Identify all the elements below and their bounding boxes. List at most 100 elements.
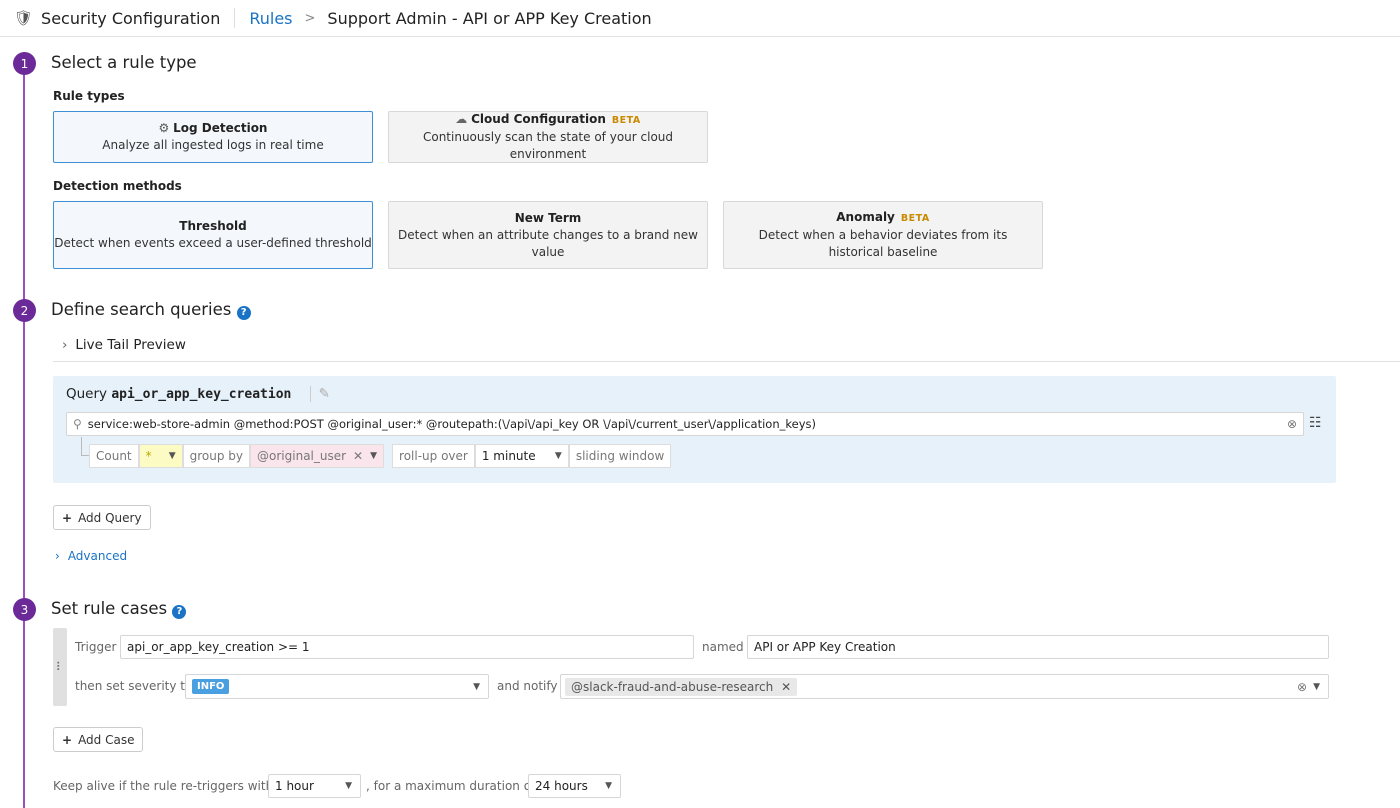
card-title: Cloud Configuration: [471, 112, 606, 126]
step-2-title-text: Define search queries: [51, 300, 231, 319]
notify-label: and notify: [497, 679, 558, 693]
sliding-window-label: sliding window: [569, 444, 671, 468]
query-title: Query api_or_app_key_creation ✎: [66, 386, 330, 402]
rollup-select[interactable]: 1 minute ▼: [475, 444, 569, 468]
log-detection-icon: ⚙: [159, 121, 170, 135]
caret-down-icon: ▼: [473, 682, 480, 692]
method-new-term[interactable]: New Term Detect when an attribute change…: [388, 201, 708, 269]
keep-alive-value: 1 hour: [275, 779, 314, 793]
step-3-title-text: Set rule cases: [51, 599, 167, 618]
count-value: *: [146, 449, 152, 463]
rule-type-cloud-configuration[interactable]: ☁ Cloud Configuration BETA Continuously s…: [388, 111, 708, 163]
group-by-select[interactable]: @original_user ✕ ▼: [250, 444, 384, 468]
shield-icon: 🛡︎: [14, 9, 33, 27]
breadcrumb-rules[interactable]: Rules: [249, 9, 292, 28]
search-query-input[interactable]: ⚲ service:web-store-admin @method:POST @…: [66, 412, 1304, 436]
add-case-label: Add Case: [78, 733, 134, 747]
notify-tag: @slack-fraud-and-abuse-research ✕: [565, 678, 797, 696]
caret-down-icon: ▼: [169, 451, 176, 461]
severity-select[interactable]: INFO ▼: [185, 674, 489, 699]
trigger-label: Trigger: [75, 640, 116, 654]
clear-icon[interactable]: ⊗: [1297, 680, 1307, 694]
card-desc: Detect when events exceed a user-defined…: [54, 235, 372, 252]
query-name[interactable]: api_or_app_key_creation: [111, 387, 291, 402]
help-icon[interactable]: ?: [172, 605, 186, 619]
notify-select[interactable]: @slack-fraud-and-abuse-research ✕ ⊗ ▼: [560, 674, 1329, 699]
add-case-button[interactable]: + Add Case: [53, 727, 143, 752]
search-icon: ⚲: [73, 417, 82, 431]
advanced-label: Advanced: [68, 549, 127, 563]
max-duration-select[interactable]: 24 hours ▼: [528, 774, 621, 798]
card-title: New Term: [515, 210, 582, 227]
rollup-label: roll-up over: [392, 444, 475, 468]
severity-badge: INFO: [192, 679, 229, 694]
notify-value: @slack-fraud-and-abuse-research: [571, 680, 773, 694]
rollup-value: 1 minute: [482, 449, 536, 463]
card-title: Log Detection: [173, 121, 267, 135]
live-tail-toggle[interactable]: › Live Tail Preview: [62, 337, 186, 353]
drag-icon: ⠇: [56, 660, 65, 674]
remove-icon[interactable]: ✕: [781, 680, 791, 694]
card-title: Anomaly: [836, 210, 895, 224]
caret-down-icon: ▼: [605, 781, 612, 791]
count-label: Count: [89, 444, 139, 468]
steps-line: [23, 52, 25, 808]
severity-label: then set severity to: [75, 679, 192, 693]
step-1-title: Select a rule type: [51, 53, 197, 72]
group-by-label: group by: [183, 444, 250, 468]
count-field-select[interactable]: *▼: [139, 444, 183, 468]
plus-icon: +: [62, 511, 72, 525]
remove-icon[interactable]: ✕: [353, 449, 363, 463]
step-1-badge: 1: [13, 52, 36, 75]
clear-icon[interactable]: ⊗: [1287, 417, 1297, 431]
page-title: Support Admin - API or APP Key Creation: [327, 9, 651, 28]
rule-type-log-detection[interactable]: ⚙ Log Detection Analyze all ingested log…: [53, 111, 373, 163]
beta-badge: BETA: [612, 115, 641, 126]
max-duration-label: , for a maximum duration of: [366, 779, 535, 793]
caret-down-icon: ▼: [1313, 682, 1320, 692]
breadcrumb-separator: >: [305, 11, 316, 26]
advanced-toggle[interactable]: ›Advanced: [55, 549, 127, 563]
step-3-badge: 3: [13, 598, 36, 621]
chevron-right-icon: ›: [62, 337, 67, 353]
method-threshold[interactable]: Threshold Detect when events exceed a us…: [53, 201, 373, 269]
aggregation-row: Count *▼ group by @original_user✕▼ roll-…: [89, 444, 671, 468]
cloud-icon: ☁: [455, 112, 467, 126]
card-desc: Detect when a behavior deviates from its…: [744, 227, 1022, 261]
card-desc: Continuously scan the state of your clou…: [389, 129, 707, 163]
caret-down-icon: ▼: [555, 451, 562, 461]
caret-down-icon: ▼: [345, 781, 352, 791]
trigger-input[interactable]: api_or_app_key_creation >= 1: [120, 635, 694, 659]
card-desc: Analyze all ingested logs in real time: [102, 137, 323, 154]
add-query-label: Add Query: [78, 511, 142, 525]
named-label: named: [702, 640, 744, 654]
query-label: Query: [66, 386, 107, 402]
divider: [53, 361, 1400, 362]
live-tail-label: Live Tail Preview: [75, 337, 186, 353]
card-title: Threshold: [179, 218, 246, 235]
card-desc: Detect when an attribute changes to a br…: [389, 227, 707, 261]
plus-icon: +: [62, 733, 72, 747]
step-2-badge: 2: [13, 299, 36, 322]
case-name-input[interactable]: API or APP Key Creation: [747, 635, 1329, 659]
detection-methods-label: Detection methods: [53, 179, 182, 193]
tree-connector: [81, 437, 89, 456]
step-3-title: Set rule cases ?: [51, 599, 186, 619]
rule-types-label: Rule types: [53, 89, 125, 103]
drag-handle[interactable]: ⠇: [53, 628, 67, 706]
pencil-icon[interactable]: ✎: [310, 386, 330, 402]
add-query-button[interactable]: + Add Query: [53, 505, 151, 530]
method-anomaly[interactable]: Anomaly BETA Detect when a behavior devia…: [723, 201, 1043, 269]
header: 🛡︎ Security Configuration Rules > Suppor…: [0, 0, 1400, 37]
keep-alive-select[interactable]: 1 hour ▼: [268, 774, 361, 798]
beta-badge: BETA: [901, 213, 930, 224]
caret-down-icon: ▼: [370, 451, 377, 461]
settings-sliders-icon[interactable]: ☷: [1309, 415, 1322, 431]
group-by-value: @original_user: [257, 449, 346, 463]
step-2-title: Define search queries ?: [51, 300, 251, 320]
max-duration-value: 24 hours: [535, 779, 588, 793]
app-title: Security Configuration: [41, 9, 220, 28]
keep-alive-label: Keep alive if the rule re-triggers withi…: [53, 779, 284, 793]
help-icon[interactable]: ?: [237, 306, 251, 320]
search-query-text: service:web-store-admin @method:POST @or…: [88, 417, 1287, 431]
